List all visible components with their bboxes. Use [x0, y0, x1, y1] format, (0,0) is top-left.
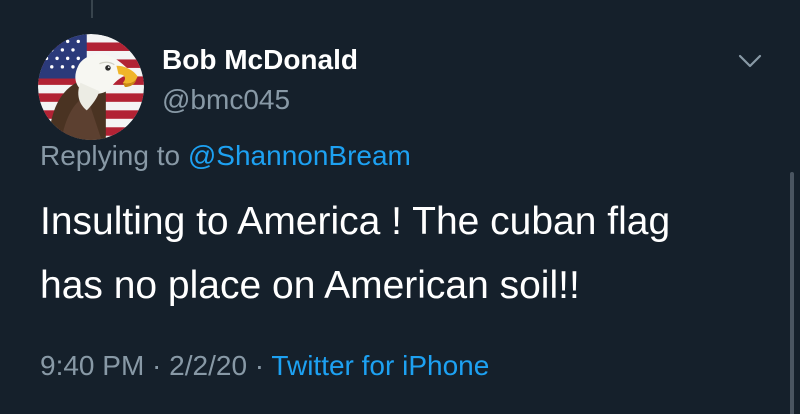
- tweet-text-line: Insulting to America ! The cuban flag: [40, 200, 671, 243]
- reply-mention-link[interactable]: @ShannonBream: [188, 140, 411, 171]
- replying-to-line: Replying to @ShannonBream: [40, 140, 411, 172]
- replying-to-label: Replying to: [40, 140, 188, 171]
- eagle-flag-avatar: [38, 34, 144, 140]
- meta-separator: ·: [247, 350, 272, 381]
- scrollbar[interactable]: [790, 172, 794, 414]
- display-name[interactable]: Bob McDonald: [162, 44, 358, 76]
- chevron-down-icon[interactable]: [736, 50, 764, 72]
- tweet-meta: 9:40 PM · 2/2/20 · Twitter for iPhone: [40, 350, 489, 382]
- tweet-text-line: has no place on American soil!!: [40, 264, 580, 307]
- thread-connector-line: [91, 0, 93, 18]
- tweet-source-link[interactable]: Twitter for iPhone: [271, 350, 489, 381]
- meta-separator: ·: [144, 350, 170, 381]
- avatar[interactable]: [38, 34, 144, 140]
- tweet-text: Insulting to America ! The cuban flag ha…: [40, 190, 780, 318]
- user-handle[interactable]: @bmc045: [162, 84, 290, 116]
- tweet-time: 9:40 PM: [40, 350, 145, 381]
- tweet-date: 2/2/20: [169, 350, 248, 381]
